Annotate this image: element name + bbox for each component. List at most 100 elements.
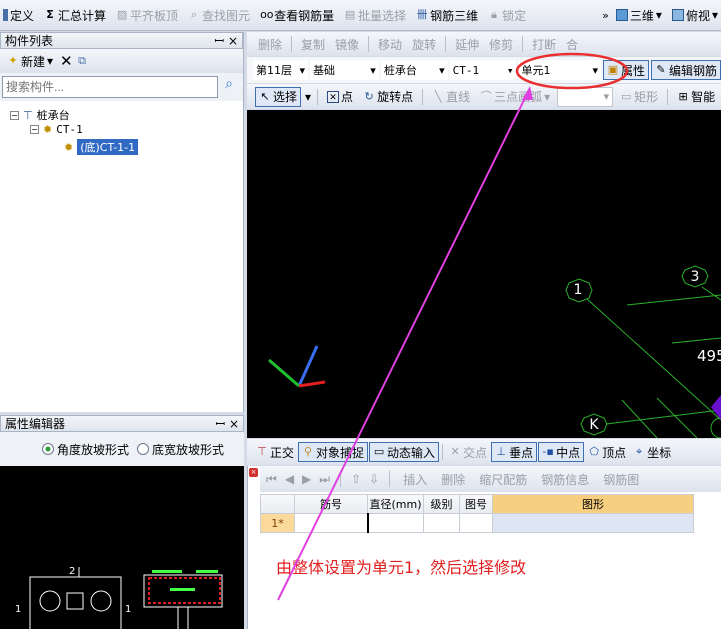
line-button[interactable]: ╲ 直线 xyxy=(429,87,473,107)
snap-icon: ⚲ xyxy=(303,445,313,458)
insert-button[interactable]: 插入 xyxy=(400,469,430,489)
unit-select[interactable]: 单元1 ▾ xyxy=(518,60,601,80)
move-up-icon[interactable]: ⇧ xyxy=(351,472,361,486)
rebar-3d-button[interactable]: 卌钢筋三维 xyxy=(413,5,481,25)
define-button[interactable]: 定义 xyxy=(0,5,37,25)
define-icon xyxy=(3,9,8,21)
midpoint-button[interactable]: -▪ 中点 xyxy=(538,442,585,462)
find-element-button[interactable]: ⌕ 查找图元 xyxy=(185,5,253,25)
batch-select-button[interactable]: ▤ 批量选择 xyxy=(341,5,409,25)
move-button[interactable]: 移动 xyxy=(375,34,405,54)
delete-row-button[interactable]: 删除 xyxy=(438,469,468,489)
delete-icon[interactable]: ✕ xyxy=(60,54,73,69)
search-input[interactable] xyxy=(2,76,218,98)
object-snap-button[interactable]: ⚲ 对象捕捉 xyxy=(298,442,369,462)
pin-icon[interactable]: ꟷ xyxy=(215,417,225,431)
scale-rebar-button[interactable]: 缩尺配筋 xyxy=(476,469,530,489)
smart-button[interactable]: ⊞ 智能 xyxy=(674,87,718,107)
category-select[interactable]: 基础 ▾ xyxy=(310,60,379,80)
rotate-button[interactable]: 旋转 xyxy=(409,34,439,54)
last-record-icon[interactable]: ⏭ xyxy=(319,472,330,487)
new-button[interactable]: ✦ 新建 ▾ xyxy=(4,51,56,71)
coordinate-button[interactable]: ⌖ 坐标 xyxy=(630,442,674,462)
first-record-icon[interactable]: ⏮ xyxy=(266,472,277,487)
edit-rebar-button[interactable]: ✎ 编辑钢筋 xyxy=(650,60,721,80)
selector-toolbar: 第11层 ▾ 基础 ▾ 桩承台 ▾ CT-1 ▾ 单元1 ▾ ▣ 属性 ✎ 编辑钢筋 xyxy=(247,57,721,83)
view-3d-dropdown[interactable]: 三维 ▾ xyxy=(613,5,665,25)
ortho-button[interactable]: ⊤ 正交 xyxy=(253,442,297,462)
rebar-info-button[interactable]: 钢筋信息 xyxy=(538,469,592,489)
floor-select[interactable]: 第11层 ▾ xyxy=(253,60,309,80)
intersection-icon: ✕ xyxy=(450,445,460,458)
coordinate-icon: ⌖ xyxy=(636,445,643,458)
sigma-icon: Σ xyxy=(46,8,54,21)
vertex-button[interactable]: ⬠ 顶点 xyxy=(585,442,629,462)
extend-button[interactable]: 延伸 xyxy=(452,34,482,54)
mirror-button[interactable]: 镜像 xyxy=(332,34,362,54)
component-list-toolbar: ✦ 新建 ▾ ✕ ⧉ xyxy=(0,49,243,73)
next-record-icon[interactable]: ▶ xyxy=(302,472,311,486)
rebar-graph-button[interactable]: 钢筋图 xyxy=(600,469,642,489)
tree-item-root[interactable]: − ⊤ 桩承台 xyxy=(10,107,70,123)
delete-button[interactable]: 删除 xyxy=(255,34,285,54)
rebar-table: 筋号 直径(mm) 级别 图号 图形 1* xyxy=(260,494,694,533)
lock-button[interactable]: 🔒︎ 锁定 xyxy=(485,5,529,25)
close-icon[interactable]: × xyxy=(229,417,239,431)
snap-toolbar: ⊤ 正交 ⚲ 对象捕捉 ▭ 动态输入 ✕ 交点 ⊥ 垂点 -▪ 中点 ⬠ 顶点 ⌖ 坐标 xyxy=(247,439,721,465)
midpoint-icon: -▪ xyxy=(542,445,554,458)
sum-calc-button[interactable]: Σ 汇总计算 xyxy=(41,5,109,25)
property-button[interactable]: ▣ 属性 xyxy=(602,60,649,80)
copy-icon[interactable]: ⧉ xyxy=(76,55,88,67)
section-label-right: 1 xyxy=(125,604,131,615)
draw-toolbar: ↖ 选择 ▾ ✕ 点 ↻ 旋转点 ╲ 直线 ⌒ 三点画弧 ▾ ▾ ▭ 矩形 ⊞ 智能 xyxy=(247,84,721,109)
drawing-canvas[interactable]: 1 3 K 495 xyxy=(247,110,721,438)
move-down-icon[interactable]: ⇩ xyxy=(369,472,379,486)
search-icon[interactable]: ⌕ xyxy=(218,76,240,98)
radio-angle-slope[interactable]: 角度放坡形式 xyxy=(41,441,129,458)
col-diameter: 直径(mm) xyxy=(367,494,424,514)
close-panel-icon[interactable]: × xyxy=(249,468,258,477)
rebar-3d-icon: 卌 xyxy=(416,8,428,21)
close-icon[interactable]: × xyxy=(228,34,238,48)
section-label-left: 1 xyxy=(15,604,21,615)
trim-button[interactable]: 修剪 xyxy=(486,34,516,54)
radio-width-slope[interactable]: 底宽放坡形式 xyxy=(136,441,224,458)
arc-button[interactable]: ⌒ 三点画弧 ▾ xyxy=(477,87,553,107)
top-view-dropdown[interactable]: 俯视 ▾ xyxy=(669,5,721,25)
perpendicular-button[interactable]: ⊥ 垂点 xyxy=(491,442,538,462)
rect-icon: ▭ xyxy=(620,89,632,103)
gear-icon: ✹ xyxy=(43,123,53,136)
col-bar-no: 筋号 xyxy=(294,494,368,514)
rect-button[interactable]: ▭ 矩形 xyxy=(617,87,661,107)
tree-item-ct1[interactable]: − ✹ CT-1 xyxy=(30,123,83,136)
axis-label-1: 1 xyxy=(574,282,583,298)
rebar-panel: × ⏮ ◀ ▶ ⏭ ⇧ ⇩ 插入 删除 缩尺配筋 钢筋信息 钢筋图 筋号 直径(mm) … xyxy=(247,466,721,629)
align-slab-button[interactable]: ▨ 平齐板顶 xyxy=(113,5,181,25)
dynamic-input-button[interactable]: ▭ 动态输入 xyxy=(369,442,440,462)
type-select[interactable]: 桩承台 ▾ xyxy=(380,60,448,80)
slope-radio-group: 角度放坡形式 底宽放坡形式 xyxy=(0,432,244,466)
select-button[interactable]: ↖ 选择 xyxy=(255,86,302,107)
dynamic-input-icon: ▭ xyxy=(373,445,385,458)
merge-button[interactable]: 合 xyxy=(563,34,581,54)
component-list-panel: 构件列表ꟷ × ✦新建 ▾ ✕ ⧉ ⌕ −⊤桩承台 −✹CT-1 ✹(底)CT-… xyxy=(0,32,244,412)
top-view-icon xyxy=(671,9,684,21)
rotate-point-button[interactable]: ↻ 旋转点 xyxy=(360,87,416,107)
draw-option-select[interactable]: ▾ xyxy=(557,86,614,107)
prev-record-icon[interactable]: ◀ xyxy=(285,472,294,486)
table-row[interactable]: 1* xyxy=(260,513,694,533)
point-button[interactable]: ✕ 点 xyxy=(324,87,356,107)
gear-icon: ✹ xyxy=(64,140,74,154)
copy-button[interactable]: 复制 xyxy=(298,34,328,54)
annotation-text: 由整体设置为单元1，然后选择修改 xyxy=(276,558,527,577)
rebar-grid-toolbar: ⏮ ◀ ▶ ⏭ ⇧ ⇩ 插入 删除 缩尺配筋 钢筋信息 钢筋图 xyxy=(260,466,721,492)
overflow-button[interactable]: » xyxy=(602,9,609,22)
property-icon: ▣ xyxy=(607,63,619,76)
intersection-button[interactable]: ✕ 交点 xyxy=(446,442,490,462)
component-select[interactable]: CT-1 ▾ xyxy=(449,60,517,80)
smart-layout-icon: ⊞ xyxy=(678,89,688,103)
view-rebar-qty-button[interactable]: oo 查看钢筋量 xyxy=(257,5,337,25)
tree-item-ct1-1[interactable]: ✹ (底)CT-1-1 xyxy=(64,139,139,155)
pin-icon[interactable]: ꟷ xyxy=(214,34,224,48)
break-button[interactable]: 打断 xyxy=(529,34,559,54)
